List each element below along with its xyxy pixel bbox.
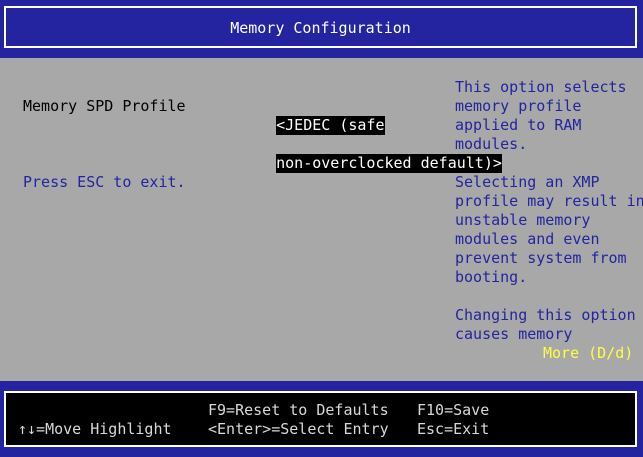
footer-key-legend: ↑↓=Move Highlight F9=Reset to Defaults <…	[4, 391, 637, 447]
memory-spd-profile-value-line1: <JEDEC (safe	[276, 116, 385, 135]
help-text-description: This option selects memory profile appli…	[455, 78, 627, 153]
title-bar: Memory Configuration	[4, 6, 637, 48]
page-title: Memory Configuration	[230, 19, 411, 37]
footer-move-highlight: ↑↓=Move Highlight	[18, 420, 172, 438]
main-panel: Memory SPD Profile <JEDEC (safe non-over…	[0, 58, 643, 381]
footer-save: F10=Save	[417, 401, 490, 419]
more-indicator: More (D/d)	[543, 344, 634, 362]
footer-exit: Esc=Exit	[417, 420, 490, 438]
help-text-warning: Selecting an XMP profile may result in u…	[455, 173, 643, 286]
memory-spd-profile-label: Memory SPD Profile	[23, 97, 186, 115]
memory-spd-profile-value-line2: non-overclocked default)>	[276, 154, 502, 173]
press-esc-hint: Press ESC to exit.	[23, 173, 186, 191]
footer-reset-defaults: F9=Reset to Defaults	[208, 401, 389, 419]
help-text-continued: Changing this option causes memory	[455, 306, 636, 343]
footer-select-entry: <Enter>=Select Entry	[208, 420, 389, 438]
